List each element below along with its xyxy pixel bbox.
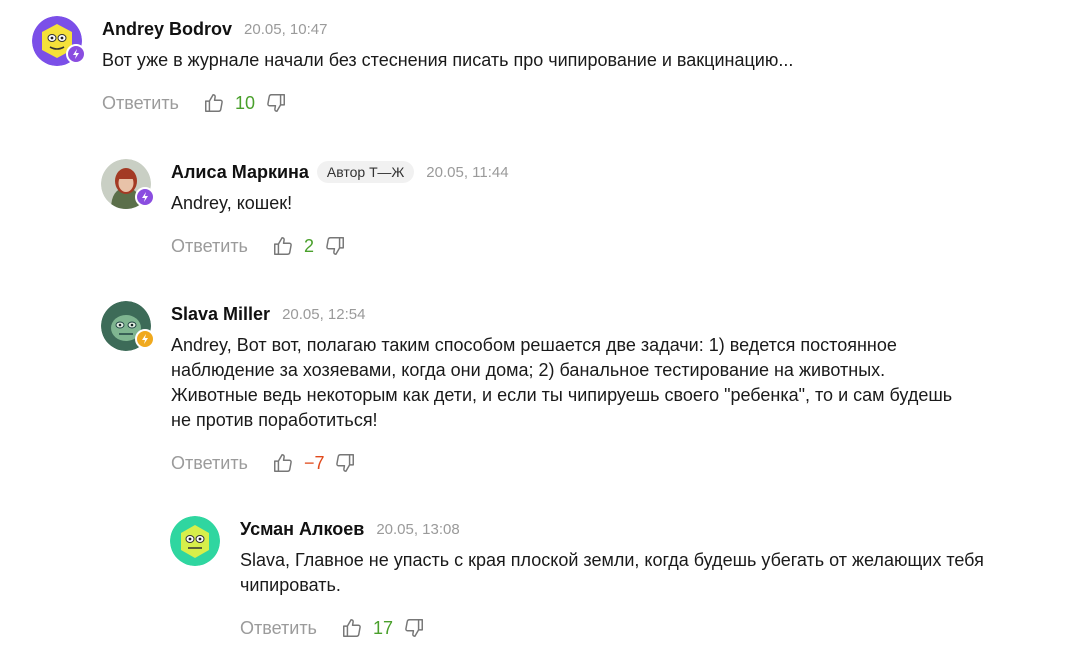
comment-text-line: Животные ведь некоторым как дети, и если… (171, 385, 953, 405)
plus-bolt-badge (66, 44, 86, 64)
comment-time[interactable]: 20.05, 12:54 (282, 306, 365, 323)
author-badge: Автор Т—Ж (316, 161, 415, 183)
comments-thread: Andrey Bodrov 20.05, 10:47 Вот уже в жур… (0, 0, 1090, 662)
reply-button[interactable]: Ответить (102, 93, 179, 114)
green-face-avatar[interactable] (101, 301, 155, 351)
comment-text-line: Andrey, Вот вот, полагаю таким способом … (171, 335, 897, 355)
author-name[interactable]: Алиса Маркина (171, 162, 309, 183)
thumbs-down-icon[interactable] (324, 235, 346, 257)
photo-avatar[interactable] (101, 159, 155, 209)
like-count: 2 (303, 235, 314, 256)
thumbs-down-icon[interactable] (265, 92, 287, 114)
author-name[interactable]: Усман Алкоев (240, 519, 364, 540)
author-name[interactable]: Andrey Bodrov (102, 19, 232, 40)
mint-face-avatar[interactable] (170, 516, 220, 566)
comment-body: Усман Алкоев 20.05, 13:08 Slava, Главное… (240, 516, 984, 641)
yellow-face-avatar[interactable] (32, 16, 86, 66)
comment-text: Andrey, Вот вот, полагаю таким способом … (171, 333, 952, 433)
comment-andrey-bodrov: Andrey Bodrov 20.05, 10:47 Вот уже в жур… (32, 16, 1072, 126)
comment-text-line: Slava, Главное не упасть с края плоской … (240, 550, 984, 570)
comment-text-line: наблюдение за хозяевами, когда они дома;… (171, 360, 886, 380)
comment-actions: Ответить 17 (240, 615, 984, 641)
bolt-badge (135, 329, 155, 349)
thumbs-up-icon[interactable] (341, 617, 363, 639)
comment-slava-miller: Slava Miller 20.05, 12:54 Andrey, Вот во… (101, 301, 1071, 481)
comment-time[interactable]: 20.05, 11:44 (426, 164, 508, 181)
thumbs-down-icon[interactable] (334, 452, 356, 474)
comment-text: Вот уже в журнале начали без стеснения п… (102, 50, 794, 70)
comment-text: Andrey, кошек! (171, 193, 293, 213)
thumbs-down-icon[interactable] (403, 617, 425, 639)
comment-alisa-markina: Алиса Маркина Автор Т—Ж 20.05, 11:44 And… (101, 159, 1071, 269)
reply-button[interactable]: Ответить (171, 236, 248, 257)
comment-actions: Ответить −7 (171, 450, 952, 476)
plus-bolt-badge (135, 187, 155, 207)
thumbs-up-icon[interactable] (272, 235, 294, 257)
comment-time[interactable]: 20.05, 10:47 (244, 21, 327, 38)
reply-button[interactable]: Ответить (240, 618, 317, 639)
comment-actions: Ответить 10 (102, 90, 793, 116)
comment-actions: Ответить 2 (171, 233, 509, 259)
comment-body: Алиса Маркина Автор Т—Ж 20.05, 11:44 And… (171, 159, 509, 259)
comment-text: Slava, Главное не упасть с края плоской … (240, 548, 984, 598)
comment-body: Slava Miller 20.05, 12:54 Andrey, Вот во… (171, 301, 952, 476)
comment-usman-alkoev: Усман Алкоев 20.05, 13:08 Slava, Главное… (170, 516, 1070, 646)
comment-text-line: чипировать. (240, 575, 341, 595)
thumbs-up-icon[interactable] (272, 452, 294, 474)
like-count: −7 (303, 452, 325, 473)
author-name[interactable]: Slava Miller (171, 304, 270, 325)
comment-time[interactable]: 20.05, 13:08 (376, 521, 459, 538)
comment-text-line: не против поработиться! (171, 410, 378, 430)
reply-button[interactable]: Ответить (171, 453, 248, 474)
thumbs-up-icon[interactable] (203, 92, 225, 114)
comment-body: Andrey Bodrov 20.05, 10:47 Вот уже в жур… (102, 16, 793, 116)
like-count: 17 (372, 617, 393, 638)
like-count: 10 (234, 92, 255, 113)
